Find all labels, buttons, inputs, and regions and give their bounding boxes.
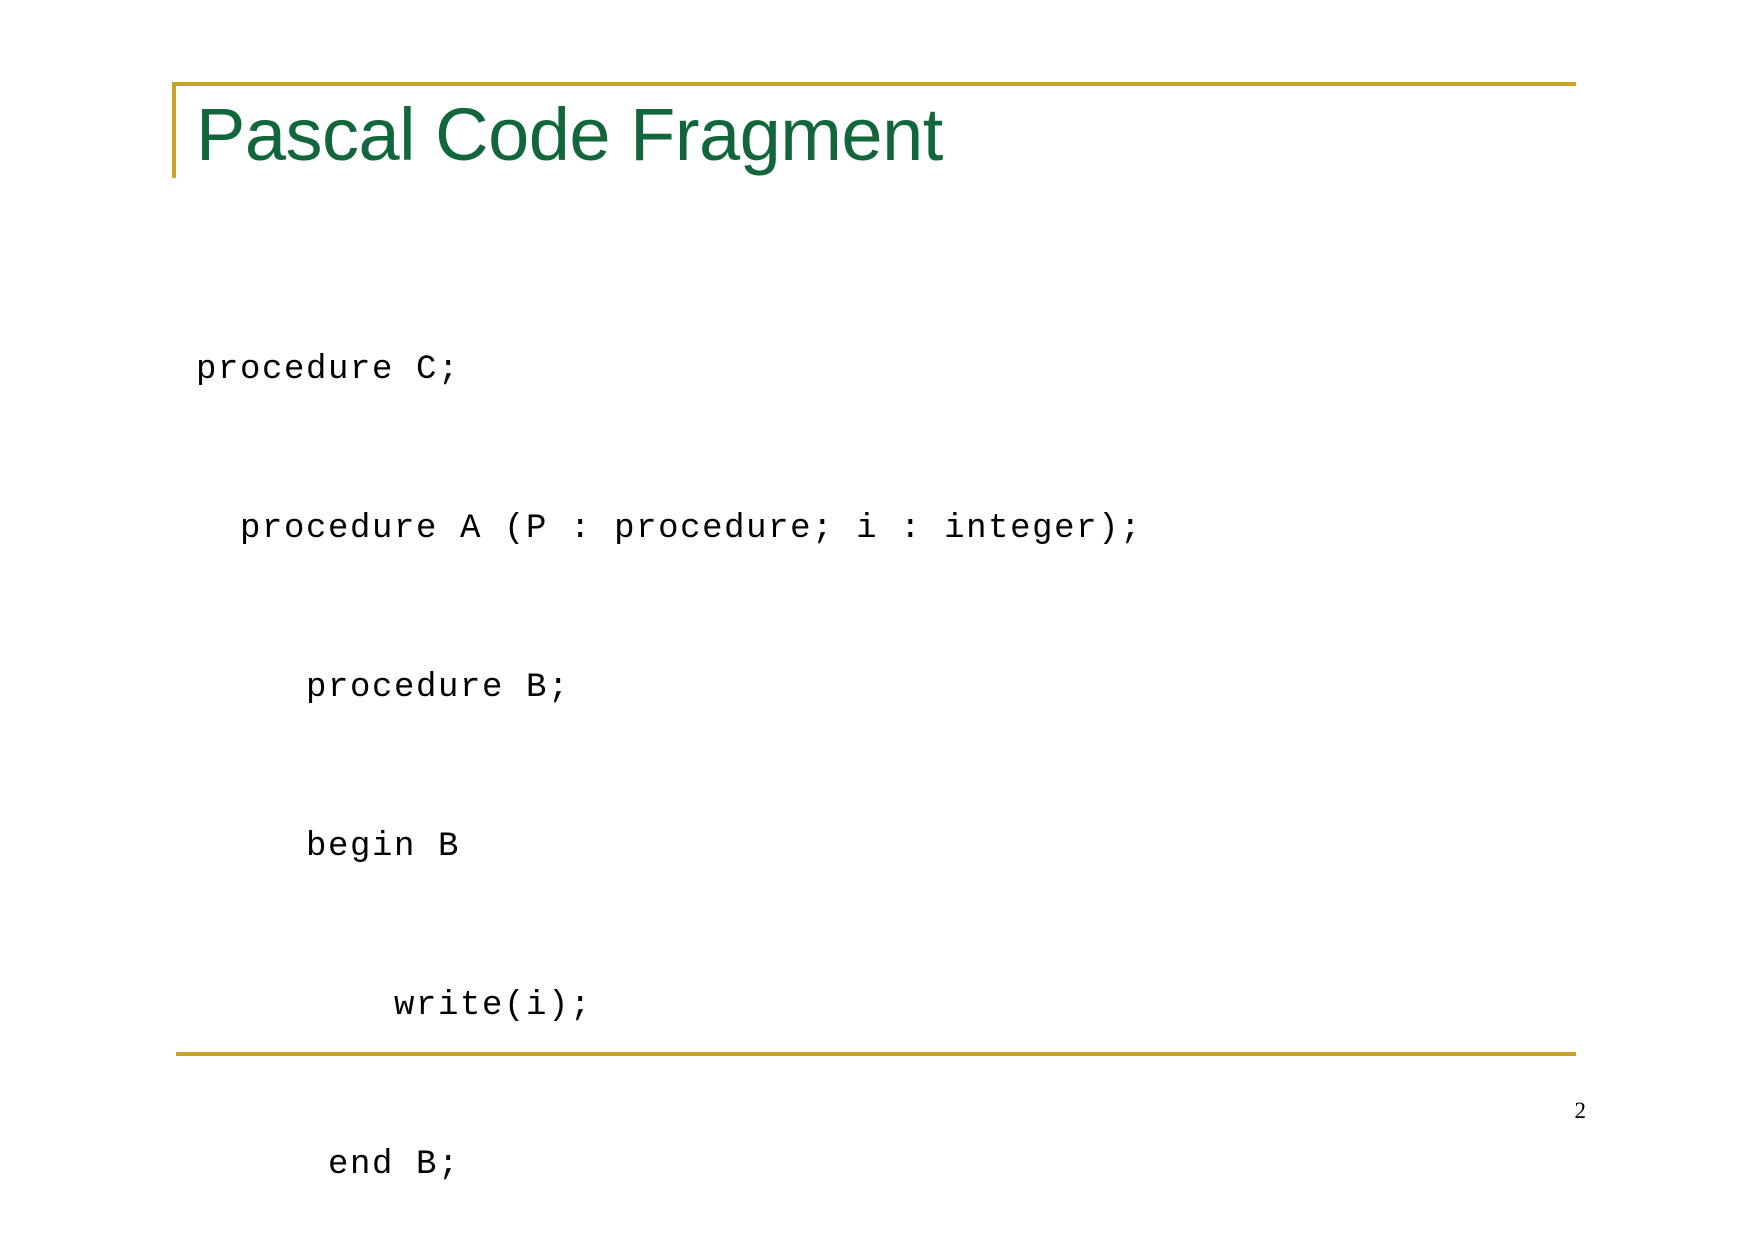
code-line: procedure A (P : procedure; i : integer)… (196, 510, 1143, 548)
code-line: procedure B; (196, 669, 571, 707)
page-title: Pascal Code Fragment (196, 93, 943, 176)
title-top-rule (172, 82, 1576, 86)
slide: Pascal Code Fragment procedure C; proced… (0, 0, 1754, 1239)
title-left-rule (172, 82, 176, 178)
code-line: begin B (196, 828, 461, 866)
code-block: procedure C; procedure A (P : procedure;… (196, 238, 1546, 1239)
page-number: 2 (1574, 1098, 1587, 1123)
code-line: procedure C; (196, 351, 461, 389)
code-line: write(i); (196, 987, 593, 1025)
code-line: end B; (196, 1146, 461, 1184)
